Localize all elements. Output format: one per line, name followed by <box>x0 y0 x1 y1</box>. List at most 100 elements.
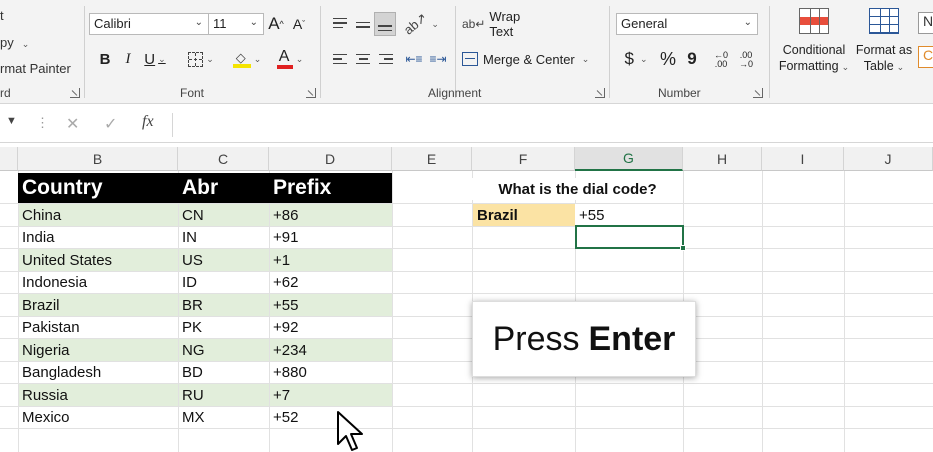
active-cell-selection[interactable] <box>575 225 686 251</box>
country-cell[interactable]: India <box>18 226 178 248</box>
font-size-dropdown[interactable]: 11 ⌄ <box>208 13 264 35</box>
column-header-c[interactable]: C <box>178 147 269 171</box>
country-cell[interactable]: Mexico <box>18 406 178 428</box>
borders-button[interactable]: ⌄ <box>183 47 219 71</box>
font-launcher-icon[interactable] <box>306 88 316 98</box>
prefix-cell[interactable]: +1 <box>269 249 392 271</box>
orientation-button[interactable]: ab↗ ⌄ <box>401 10 439 38</box>
lookup-question[interactable]: What is the dial code? <box>472 178 683 200</box>
country-cell[interactable]: Russia <box>18 384 178 406</box>
column-header-partial[interactable] <box>0 147 18 171</box>
clipboard-group-label: rd <box>0 86 11 100</box>
font-name-dropdown[interactable]: Calibri ⌄ <box>89 13 209 35</box>
format-painter-button[interactable]: rmat Painter <box>0 61 71 76</box>
alignment-launcher-icon[interactable] <box>595 88 605 98</box>
enter-icon[interactable]: ✓ <box>104 114 117 134</box>
fill-handle[interactable] <box>680 245 686 251</box>
italic-button[interactable]: I <box>118 47 138 71</box>
decrease-decimal-button[interactable]: .00 →0 <box>735 48 757 72</box>
bold-button[interactable]: B <box>95 47 115 71</box>
country-cell[interactable]: China <box>18 204 178 226</box>
abr-cell[interactable]: BD <box>178 361 269 383</box>
underline-button[interactable]: U ⌄ <box>140 47 170 71</box>
cut-button[interactable]: t <box>0 8 4 23</box>
abr-cell[interactable]: CN <box>178 204 269 226</box>
column-header-i[interactable]: I <box>762 147 844 171</box>
wrap-text-button[interactable]: ab↵ Wrap Text <box>462 9 544 39</box>
prefix-cell[interactable]: +52 <box>269 406 392 428</box>
country-cell[interactable]: Indonesia <box>18 271 178 293</box>
align-top-button[interactable] <box>330 12 350 34</box>
align-right-button[interactable] <box>376 48 396 70</box>
conditional-formatting-button[interactable]: Conditional Formatting ⌄ <box>776 8 852 80</box>
table-header-country[interactable]: Country <box>18 173 178 203</box>
cell-style-check[interactable]: C <box>918 46 933 68</box>
country-cell[interactable]: Brazil <box>18 294 178 316</box>
name-box-chevron-icon[interactable]: ▼ <box>6 115 17 127</box>
abr-cell[interactable]: US <box>178 249 269 271</box>
lookup-result-cell[interactable]: +55 <box>575 204 683 226</box>
clipboard-launcher-icon[interactable] <box>70 88 80 98</box>
prefix-cell[interactable]: +92 <box>269 316 392 338</box>
abr-cell[interactable]: BR <box>178 294 269 316</box>
worksheet-grid[interactable]: B C D E F G H I J Country Abr Prefix Chi… <box>0 147 933 452</box>
country-cell[interactable]: United States <box>18 249 178 271</box>
group-separator <box>609 6 610 98</box>
lookup-input-cell[interactable]: Brazil <box>473 204 575 226</box>
prefix-cell[interactable]: +86 <box>269 204 392 226</box>
font-color-button[interactable]: A ⌄ <box>272 47 308 71</box>
abr-cell[interactable]: MX <box>178 406 269 428</box>
prefix-cell[interactable]: +62 <box>269 271 392 293</box>
grid-line <box>762 171 763 452</box>
align-middle-button[interactable] <box>353 12 373 34</box>
increase-indent-button[interactable]: ≡⇥ <box>428 48 448 70</box>
number-launcher-icon[interactable] <box>753 88 763 98</box>
column-header-e[interactable]: E <box>392 147 472 171</box>
align-center-button[interactable] <box>353 48 373 70</box>
abr-cell[interactable]: RU <box>178 384 269 406</box>
abr-cell[interactable]: ID <box>178 271 269 293</box>
column-header-f[interactable]: F <box>472 147 575 171</box>
press-enter-callout: Press Enter <box>472 301 696 377</box>
prefix-cell[interactable]: +91 <box>269 226 392 248</box>
country-cell[interactable]: Nigeria <box>18 339 178 361</box>
abr-cell[interactable]: NG <box>178 339 269 361</box>
copy-button[interactable]: py ⌄ <box>0 35 29 50</box>
formula-input[interactable] <box>172 113 933 137</box>
cancel-icon[interactable]: ✕ <box>66 114 79 134</box>
formula-bar: ▼ ⋮ ✕ ✓ fx <box>0 105 933 143</box>
insert-function-icon[interactable]: fx <box>142 113 154 131</box>
drag-handle-icon[interactable]: ⋮ <box>36 115 49 131</box>
comma-style-button[interactable]: 9 <box>684 47 700 71</box>
align-left-button[interactable] <box>330 48 350 70</box>
column-header-g[interactable]: G <box>575 147 683 171</box>
currency-button[interactable]: $ ⌄ <box>619 47 653 71</box>
grow-font-button[interactable]: A ^ <box>266 12 286 36</box>
decrease-indent-button[interactable]: ⇤≡ <box>404 48 424 70</box>
increase-decimal-button[interactable]: ←0 .00 <box>710 48 732 72</box>
cell-style-normal[interactable]: N <box>918 12 933 34</box>
country-cell[interactable]: Pakistan <box>18 316 178 338</box>
table-header-prefix[interactable]: Prefix <box>269 173 392 203</box>
paint-bucket-icon: ◇ <box>232 50 251 68</box>
country-cell[interactable]: Bangladesh <box>18 361 178 383</box>
shrink-font-button[interactable]: Aˇ <box>289 12 309 36</box>
column-header-h[interactable]: H <box>683 147 762 171</box>
prefix-cell[interactable]: +234 <box>269 339 392 361</box>
column-header-d[interactable]: D <box>269 147 392 171</box>
column-header-b[interactable]: B <box>18 147 178 171</box>
percent-button[interactable]: % <box>657 47 679 71</box>
table-header-abr[interactable]: Abr <box>178 173 269 203</box>
column-header-j[interactable]: J <box>844 147 933 171</box>
align-bottom-button[interactable] <box>374 12 396 36</box>
align-right-icon <box>379 53 393 65</box>
merge-center-button[interactable]: Merge & Center ⌄ <box>462 48 602 70</box>
prefix-cell[interactable]: +55 <box>269 294 392 316</box>
abr-cell[interactable]: IN <box>178 226 269 248</box>
number-format-dropdown[interactable]: General ⌄ <box>616 13 758 35</box>
format-as-table-button[interactable]: Format as Table ⌄ <box>852 8 916 80</box>
fill-color-button[interactable]: ◇ ⌄ <box>229 47 265 71</box>
abr-cell[interactable]: PK <box>178 316 269 338</box>
prefix-cell[interactable]: +880 <box>269 361 392 383</box>
prefix-cell[interactable]: +7 <box>269 384 392 406</box>
